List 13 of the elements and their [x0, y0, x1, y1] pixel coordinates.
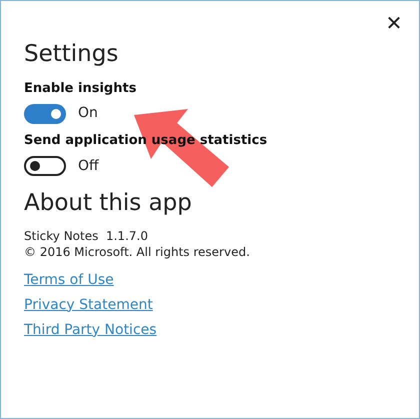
close-button[interactable]: ✕: [381, 10, 407, 36]
link[interactable]: Terms of Use: [24, 270, 114, 290]
about-text: © 2016 Microsoft. All rights reserved.: [24, 244, 251, 260]
toggle-switch[interactable]: [24, 156, 66, 176]
toggle-state-text: Off: [78, 156, 99, 176]
section-title: Settings: [24, 40, 120, 69]
about-text: Sticky Notes 1.1.7.0: [24, 228, 149, 244]
section-title: About this app: [24, 188, 193, 218]
link[interactable]: Third Party Notices: [24, 320, 157, 340]
toggle-switch[interactable]: [24, 104, 66, 124]
toggle-state-text: On: [78, 104, 98, 124]
setting-label: Enable insights: [24, 80, 138, 98]
link[interactable]: Privacy Statement: [24, 294, 153, 316]
